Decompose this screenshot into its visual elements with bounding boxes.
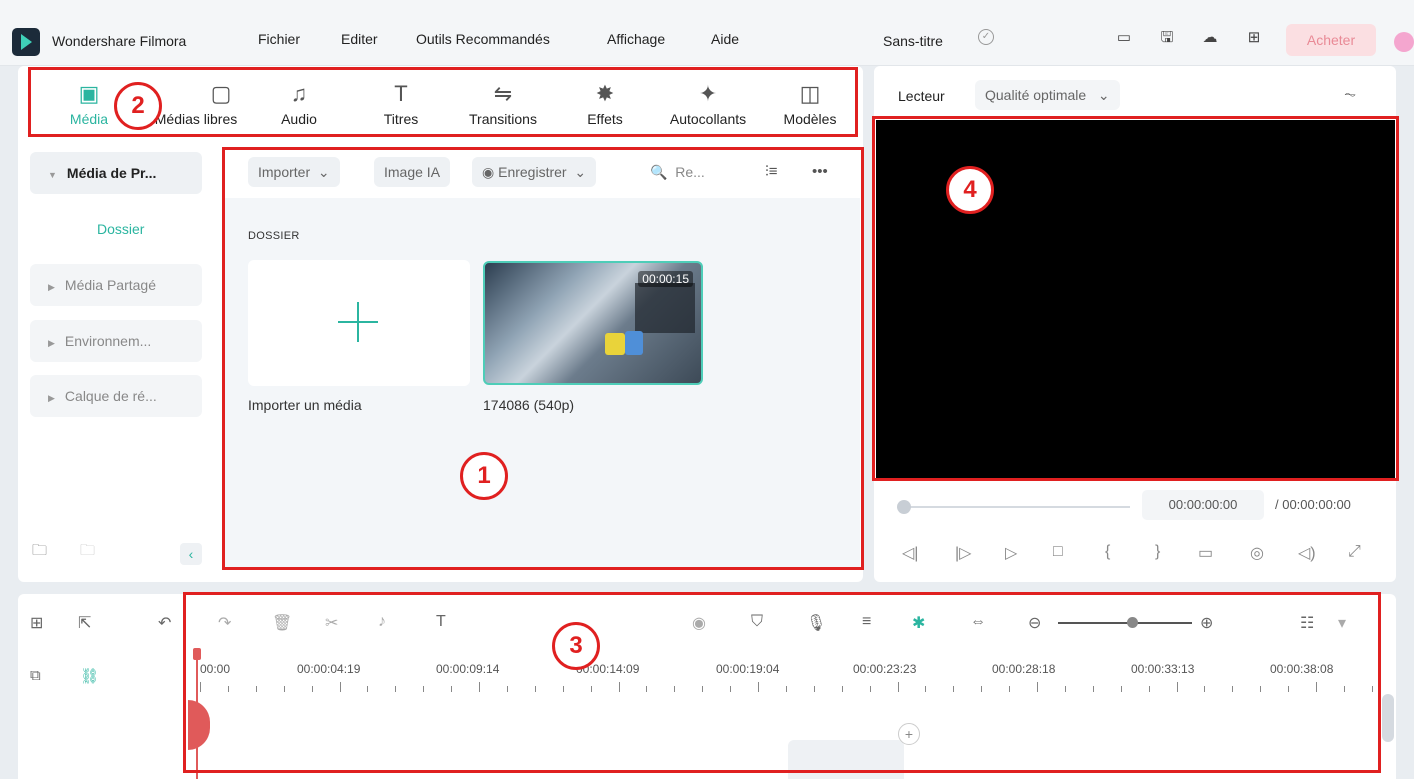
- add-track-icon[interactable]: ⧉: [30, 667, 41, 684]
- caret-down-icon: ▼: [48, 170, 57, 180]
- caret-right-icon: ▶: [48, 338, 55, 348]
- cloud-upload-icon[interactable]: ☁: [1200, 28, 1220, 48]
- current-timecode[interactable]: 00:00:00:00: [1142, 490, 1264, 520]
- waveform-icon[interactable]: ⏦: [1344, 86, 1356, 103]
- scrubber-handle[interactable]: [897, 500, 911, 514]
- display-icon[interactable]: ▭: [1198, 543, 1213, 563]
- next-frame-icon[interactable]: |▷: [955, 543, 971, 563]
- sidebar-item-label: Média de Pr...: [66, 165, 157, 181]
- caret-right-icon: ▶: [48, 282, 55, 292]
- play-icon[interactable]: ▷: [1005, 543, 1017, 563]
- sidebar-item-calque[interactable]: ▶ Calque de ré...: [30, 375, 202, 417]
- volume-icon[interactable]: ◁): [1298, 543, 1316, 563]
- menu-outils-recommandes[interactable]: Outils Recommandés: [416, 31, 550, 47]
- layout-grid-icon[interactable]: ⊞: [30, 613, 43, 633]
- menu-affichage[interactable]: Affichage: [607, 31, 665, 47]
- sidebar-item-media-projet[interactable]: ▼ Média de Pr...: [30, 152, 202, 194]
- collapse-sidebar-button[interactable]: ‹: [180, 543, 202, 565]
- select-tool-icon[interactable]: ⇱: [78, 613, 91, 633]
- new-folder-icon[interactable]: 🗀: [32, 540, 47, 565]
- quality-dropdown[interactable]: Qualité optimale ⌄: [975, 80, 1120, 110]
- layout-icon[interactable]: ▭: [1114, 28, 1134, 48]
- delete-folder-icon[interactable]: 🗀: [80, 540, 95, 565]
- apps-grid-icon[interactable]: ⊞: [1244, 28, 1264, 48]
- annotation-number-1: 1: [460, 452, 508, 500]
- avatar[interactable]: [1394, 32, 1414, 52]
- app-name: Wondershare Filmora: [52, 33, 187, 49]
- project-title: Sans-titre: [883, 33, 943, 49]
- filmora-logo-icon: [12, 28, 40, 56]
- sidebar-item-media-partage[interactable]: ▶ Média Partagé: [30, 264, 202, 306]
- previous-frame-icon[interactable]: ◁|: [902, 543, 918, 563]
- mark-out-icon[interactable]: }: [1155, 543, 1160, 561]
- save-icon[interactable]: 🖫: [1157, 28, 1177, 48]
- annotation-number-3: 3: [552, 622, 600, 670]
- buy-button[interactable]: Acheter: [1286, 24, 1376, 56]
- sidebar-item-environnement[interactable]: ▶ Environnem...: [30, 320, 202, 362]
- annotation-box-1: [222, 147, 864, 570]
- menu-aide[interactable]: Aide: [711, 31, 739, 47]
- undo-icon[interactable]: ↶: [158, 613, 171, 633]
- saved-check-icon: ✓: [978, 29, 994, 45]
- annotation-number-2: 2: [114, 82, 162, 130]
- sidebar-item-label: Média Partagé: [64, 277, 156, 293]
- total-timecode: / 00:00:00:00: [1275, 497, 1351, 512]
- annotation-box-3: [183, 592, 1381, 773]
- timeline-scrollbar[interactable]: [1382, 694, 1394, 742]
- mark-in-icon[interactable]: {: [1105, 543, 1110, 561]
- menu-editer[interactable]: Editer: [341, 31, 378, 47]
- playback-scrubber[interactable]: [902, 506, 1130, 508]
- caret-right-icon: ▶: [48, 393, 55, 403]
- menu-fichier[interactable]: Fichier: [258, 31, 300, 47]
- fullscreen-icon[interactable]: ⤢: [1348, 543, 1361, 561]
- sidebar-folder[interactable]: Dossier: [97, 221, 144, 237]
- annotation-number-4: 4: [946, 166, 994, 214]
- link-icon[interactable]: ⛓: [80, 667, 99, 685]
- snapshot-icon[interactable]: ◎: [1250, 543, 1264, 563]
- sidebar-item-label: Environnem...: [64, 333, 152, 349]
- annotation-box-4: [872, 116, 1399, 481]
- player-label: Lecteur: [898, 88, 945, 104]
- sidebar-item-label: Calque de ré...: [64, 388, 157, 404]
- stop-icon[interactable]: □: [1053, 543, 1063, 561]
